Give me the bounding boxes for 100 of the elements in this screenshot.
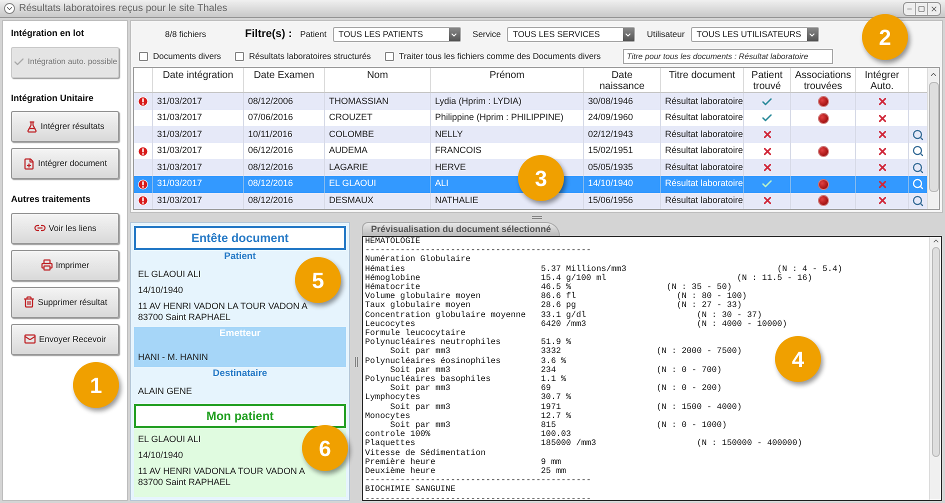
table-row[interactable]: 31/03/2017 08/12/2016 DESMAUX NATHALIE 15/06/1956 Résultat laboratoire [134,192,927,210]
dropdown-label: Patient [300,28,327,41]
column-header[interactable]: Intégrer Auto. [860,70,904,92]
checkbox-option[interactable]: Documents divers [139,50,222,63]
preview-line: Hématocrite 46.5 % (N : 35 - 50) [365,283,732,292]
preview-line: Taux globulaire moyen 28.6 pg (N : 27 - 33) [365,301,742,310]
column-header[interactable]: Date Examen [254,70,314,81]
table-cell-text: DESMAUX [329,194,374,208]
minimize-icon[interactable] [904,2,916,14]
checkbox[interactable] [235,52,244,61]
preview-line: Polynucléaires basophiles 1.1 % [365,375,566,384]
table-cell-text: 10/11/2016 [248,128,292,141]
filter-label: Filtre(s) : [245,27,292,42]
section-title: Intégration en lot [11,27,85,40]
dropdown[interactable]: TOUS LES SERVICES [506,27,635,42]
table-cell-text: 08/12/2016 [248,194,294,208]
preview-line: Première heure 9 mm [365,458,562,467]
scrollbar[interactable] [927,68,939,209]
chevron-down-icon[interactable] [808,30,816,38]
preview-tab[interactable]: Prévisualisation du document sélectionné [362,222,560,236]
table-cell-text: Philippine (Hprim : PHILIPPINE) [435,111,564,124]
table-row[interactable]: 31/03/2017 08/12/2006 THOMASSIAN Lydia (Hprim : LYDIA) 30/08/1946 Résultat laboratoire [134,93,927,110]
table-cell-text: 02/12/1943 [588,128,634,141]
table-cell-text: 08/12/2016 [248,177,294,190]
table-cell-text: 31/03/2017 [157,128,202,141]
preview-line: Monocytes 12.7 % [365,412,572,421]
table-cell-text: 31/03/2017 [157,177,202,190]
maximize-icon[interactable] [916,2,928,14]
flask-icon [26,120,38,132]
table-cell-text: 08/12/2016 [248,160,294,174]
info-text: 14/10/1940 [138,450,184,461]
sidebar-button[interactable]: Intégrer résultats [11,111,119,142]
chevron-down-icon[interactable] [450,30,458,38]
column-header[interactable]: Nom [366,70,388,81]
preview-line: Hématies 5.37 Millions/mm3 (N : 4 - 5.4) [365,264,842,274]
table-cell-text: THOMASSIAN [329,94,389,108]
column-header[interactable]: Date naissance [588,70,656,92]
column-header[interactable]: Titre document [668,70,736,81]
title-field[interactable]: Titre pour tous les documents : Résultat laboratoire [622,48,833,64]
table-cell-text: Lydia (Hprim : LYDIA) [435,94,522,108]
table-cell-text: Résultat laboratoire [665,128,744,141]
section-header: Mon patient [134,404,346,428]
sidebar-button[interactable]: Voir les liens [11,212,119,244]
table-cell-text: 07/06/2016 [248,111,294,124]
sidebar-button[interactable]: Imprimer [11,250,119,280]
table-cell-text: NELLY [435,128,463,141]
scroll-up-icon[interactable] [932,237,940,245]
sidebar-button[interactable]: Supprimer résultat [11,286,119,318]
column-header[interactable]: Associations trouvées [794,70,852,92]
table-cell-text: NATHALIE [435,194,478,208]
chevron-down-icon[interactable] [624,30,632,38]
table-cell-text: Résultat laboratoire [665,144,744,158]
table-row[interactable]: 31/03/2017 07/06/2016 CROUZET Philippine (Hprim : PHILIPPINE) 24/09/1960 Résultat laboratoire [134,110,927,126]
checkbox[interactable] [139,52,148,61]
preview-line: --------------------------------------------- [365,476,592,486]
table-cell-text: Résultat laboratoire [665,111,744,124]
search-icon[interactable] [912,178,924,190]
table-cell-text: CROUZET [329,111,372,124]
preview-line: Leucocytes 6420 /mm3 (N : 4000 - 10000) [365,320,788,329]
dropdown[interactable]: TOUS LES PATIENTS [332,27,461,42]
column-header[interactable]: Patient trouvé [748,70,786,92]
menu-icon[interactable] [4,3,15,14]
checkbox-option[interactable]: Traiter tous les fichiers comme des Documents divers [384,50,601,63]
checkbox-option[interactable]: Résultats laboratoires structurés [235,50,371,63]
table-cell-text: LAGARIE [329,160,368,174]
preview-line: Soit par mm3 3332 (N : 2000 - 7500) [390,347,742,356]
search-icon[interactable] [912,128,924,141]
preview-line: BIOCHIMIE SANGUINE [365,485,456,495]
dropdown[interactable]: TOUS LES UTILISATEURS [690,27,819,42]
table-cell-text: Résultat laboratoire [665,194,744,208]
preview-line: Deuxième heure 25 mm [365,467,566,476]
info-text: HANI - M. HANIN [138,352,210,362]
table-cell-text: 15/06/1956 [588,194,634,208]
info-text: 14/10/1940 [138,285,184,296]
column-header[interactable]: Prénom [489,70,524,81]
search-icon[interactable] [912,194,924,207]
table-row[interactable]: 31/03/2017 10/11/2016 COLOMBE NELLY 02/12/1943 Résultat laboratoire [134,126,927,143]
sidebar-button[interactable]: Intégrer document [11,148,119,179]
table-cell-text: 31/03/2017 [157,94,202,108]
dropdown-label: Utilisateur [646,28,685,41]
table-cell-text: 05/05/1935 [588,160,634,174]
table-row[interactable]: 31/03/2017 06/12/2016 AUDEMA FRANCOIS 15/02/1951 Résultat laboratoire [134,142,927,160]
printer-icon [40,259,53,271]
preview-line: HEMATOLOGIE [365,237,420,246]
search-icon[interactable] [912,145,924,158]
table-cell-text: 31/03/2017 [157,194,202,208]
preview-line: Volume globulaire moyen 86.6 fl (N : 80 - 100) [365,292,747,302]
table-cell-text: Résultat laboratoire [665,177,744,190]
info-title: Destinataire [212,366,268,380]
preview-line: Soit par mm3 1971 (N : 1500 - 4000) [389,402,742,412]
search-icon[interactable] [912,162,924,174]
preview-line: Vitesse de Sédimentation [365,448,486,458]
link-icon [34,222,46,234]
scrollbar[interactable] [929,237,941,500]
sidebar-button[interactable]: Envoyer Recevoir [11,324,119,354]
mail-icon [24,333,36,345]
checkbox[interactable] [384,52,394,61]
column-header[interactable]: Date intégration [162,70,234,81]
scroll-up-icon[interactable] [929,70,938,79]
section-title: Autres traitements [11,193,92,206]
